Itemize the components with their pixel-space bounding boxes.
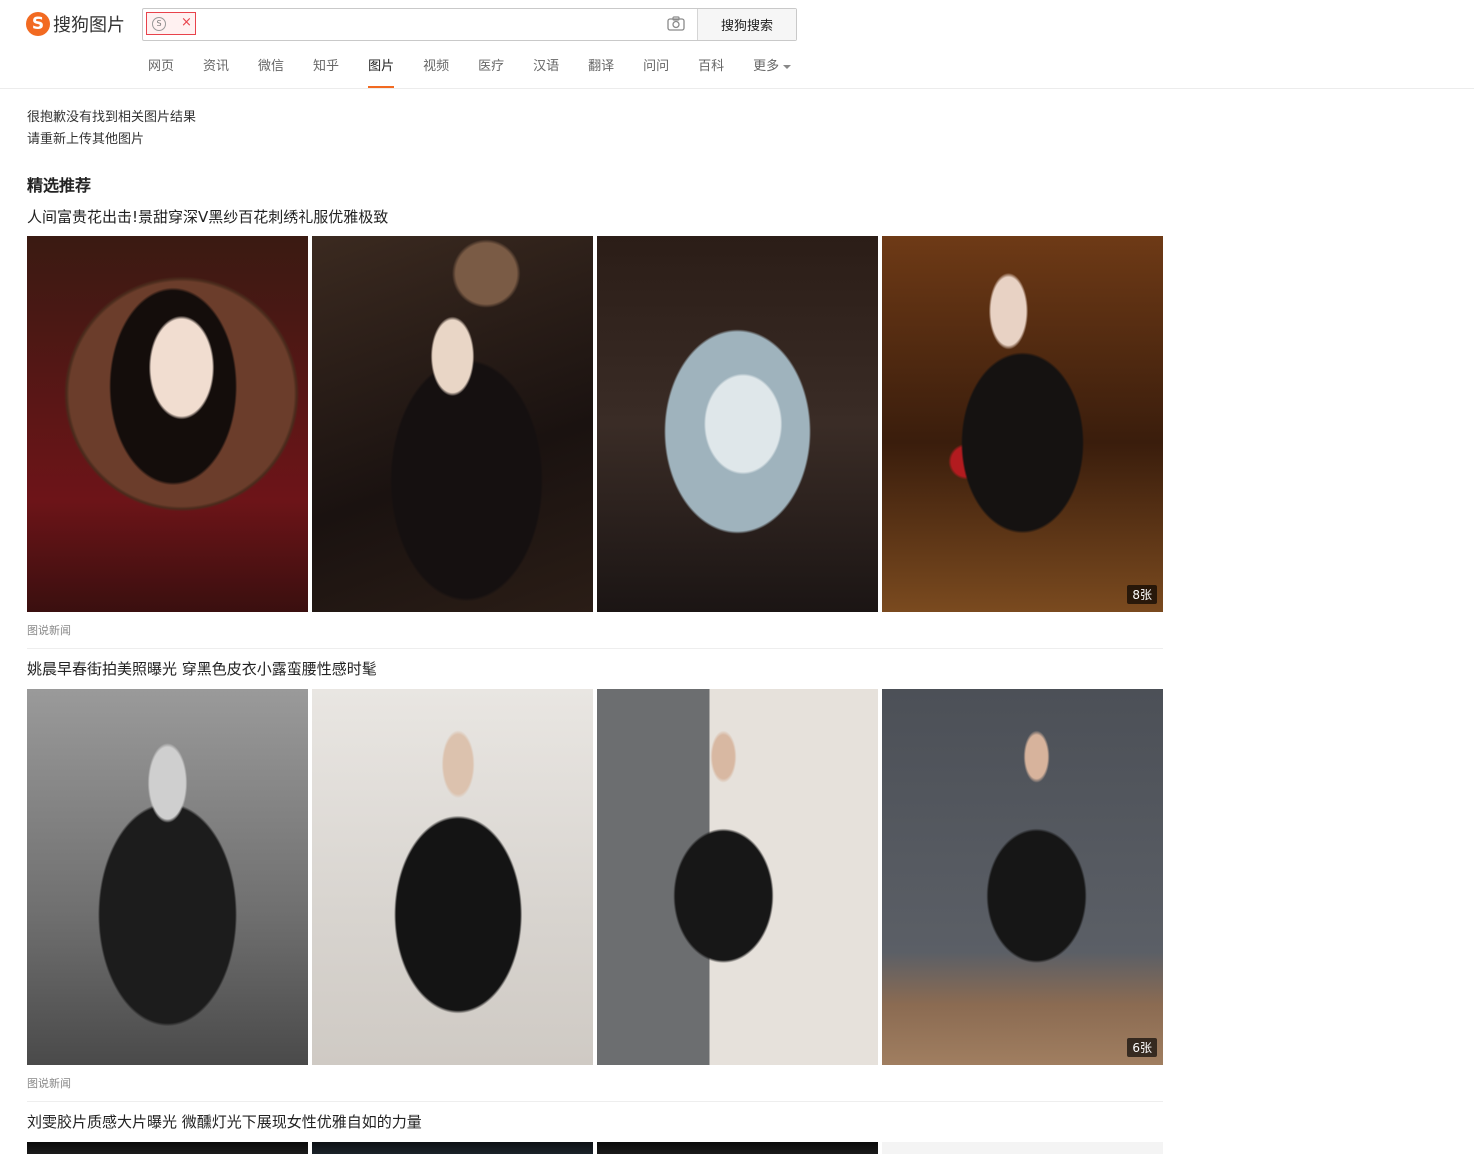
- camera-icon[interactable]: [667, 16, 685, 31]
- nav-tab-baike[interactable]: 百科: [686, 56, 736, 88]
- divider: [27, 648, 1163, 649]
- result-image[interactable]: [597, 1142, 878, 1154]
- nav-tab-medical[interactable]: 医疗: [466, 56, 516, 88]
- no-result-message: 很抱歉没有找到相关图片结果: [27, 110, 197, 125]
- result-image[interactable]: [312, 236, 593, 612]
- result-image[interactable]: 6张: [882, 689, 1163, 1065]
- result-image[interactable]: [312, 1142, 593, 1154]
- group-title[interactable]: 姚晨早春街拍美照曝光 穿黑色皮衣小露蛮腰性感时髦: [27, 658, 377, 679]
- result-image[interactable]: [27, 1142, 308, 1154]
- logo-text: 搜狗图片: [53, 15, 125, 36]
- uploaded-image-chip[interactable]: S ×: [146, 12, 196, 35]
- result-image[interactable]: [27, 236, 308, 612]
- nav-tabs: 网页 资讯 微信 知乎 图片 视频 医疗 汉语 翻译 问问 百科 更多: [136, 56, 808, 88]
- image-row: 6张: [27, 689, 1163, 1065]
- result-image[interactable]: [312, 689, 593, 1065]
- header: S 搜狗图片 S × 搜狗搜索 网页 资讯 微信 知乎 图片 视频 医疗 汉语 …: [0, 0, 1474, 89]
- result-image[interactable]: 8张: [882, 236, 1163, 612]
- search-input[interactable]: [203, 12, 667, 37]
- nav-tab-wenwen[interactable]: 问问: [631, 56, 681, 88]
- nav-tab-news[interactable]: 资讯: [191, 56, 241, 88]
- nav-tab-translate[interactable]: 翻译: [576, 56, 626, 88]
- sogou-logo-icon: S: [26, 12, 50, 36]
- image-row: 8张: [27, 236, 1163, 612]
- nav-tab-zhihu[interactable]: 知乎: [301, 56, 351, 88]
- divider: [27, 1101, 1163, 1102]
- group-title[interactable]: 刘雯胶片质感大片曝光 微醺灯光下展现女性优雅自如的力量: [27, 1111, 422, 1132]
- nav-tab-more[interactable]: 更多: [741, 56, 803, 88]
- source-label: 图说新闻: [27, 1077, 71, 1090]
- uploaded-thumbnail-icon: S: [152, 17, 166, 31]
- image-row: [27, 1142, 1163, 1154]
- search-box: S × 搜狗搜索: [142, 8, 797, 41]
- remove-image-close-icon[interactable]: ×: [181, 15, 192, 31]
- result-image[interactable]: [27, 689, 308, 1065]
- reupload-message: 请重新上传其他图片: [27, 132, 145, 147]
- nav-tab-wechat[interactable]: 微信: [246, 56, 296, 88]
- caret-down-icon: [783, 64, 792, 69]
- nav-more-label: 更多: [753, 59, 780, 74]
- nav-tab-hanyu[interactable]: 汉语: [521, 56, 571, 88]
- nav-tab-images[interactable]: 图片: [356, 56, 406, 88]
- search-button[interactable]: 搜狗搜索: [697, 9, 796, 40]
- group-title[interactable]: 人间富贵花出击!景甜穿深V黑纱百花刺绣礼服优雅极致: [27, 206, 388, 227]
- section-title: 精选推荐: [27, 176, 92, 195]
- result-image[interactable]: [882, 1142, 1163, 1154]
- image-count-badge: 8张: [1127, 585, 1157, 604]
- sogou-logo[interactable]: S 搜狗图片: [26, 11, 125, 37]
- result-image[interactable]: [597, 689, 878, 1065]
- result-image[interactable]: [597, 236, 878, 612]
- source-label: 图说新闻: [27, 624, 71, 637]
- image-count-badge: 6张: [1127, 1038, 1157, 1057]
- nav-tab-video[interactable]: 视频: [411, 56, 461, 88]
- nav-tab-web[interactable]: 网页: [136, 56, 186, 88]
